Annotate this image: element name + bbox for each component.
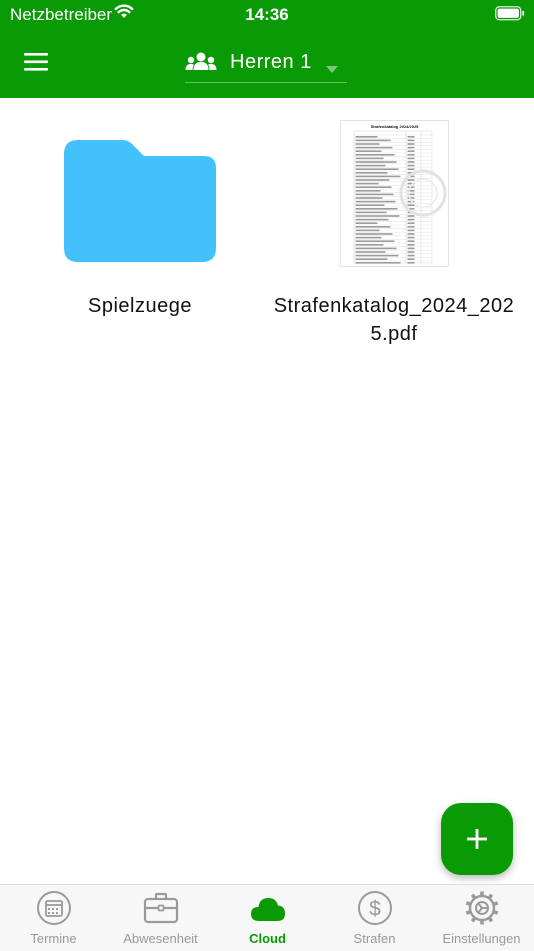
calendar-icon bbox=[37, 891, 71, 925]
add-button[interactable] bbox=[441, 803, 513, 875]
tab-einstellungen[interactable]: Einstellungen bbox=[428, 885, 534, 951]
file-item-folder[interactable]: Spielzuege bbox=[40, 120, 240, 320]
folder-icon bbox=[64, 140, 216, 267]
tab-abwesenheit-label: Abwesenheit bbox=[123, 931, 198, 946]
pdf-file-name: Strafenkatalog_2024_202 5.pdf bbox=[273, 295, 515, 345]
team-name-label: Herren 1 bbox=[230, 51, 312, 73]
hamburger-menu-icon bbox=[24, 53, 48, 71]
menu-button[interactable] bbox=[24, 52, 48, 72]
pdf-thumbnail: Strafenkatalog 2024/2025 bbox=[340, 120, 449, 267]
tab-cloud-label: Cloud bbox=[249, 931, 286, 946]
briefcase-icon bbox=[143, 892, 179, 924]
dollar-icon: $ bbox=[358, 891, 392, 925]
svg-text:$: $ bbox=[369, 898, 381, 921]
tab-strafen-label: Strafen bbox=[353, 931, 396, 946]
battery-icon bbox=[495, 6, 525, 26]
gear-icon bbox=[465, 891, 499, 925]
status-bar: Netzbetreiber 14:36 bbox=[0, 0, 534, 30]
tab-termine[interactable]: Termine bbox=[0, 885, 107, 951]
pdf-preview-title: Strafenkatalog 2024/2025 bbox=[371, 124, 420, 129]
app-header: Netzbetreiber 14:36 Herren 1 bbox=[0, 0, 534, 98]
tab-bar: Termine Abwesenheit Cloud $ Strafen Eins… bbox=[0, 884, 534, 951]
chevron-down-icon bbox=[326, 60, 338, 78]
folder-name: Spielzuege bbox=[88, 295, 192, 317]
file-item-pdf[interactable]: Strafenkatalog 2024/2025 Strafenkatalog_… bbox=[268, 120, 520, 350]
tab-einstellungen-label: Einstellungen bbox=[442, 931, 521, 946]
plus-icon bbox=[467, 829, 487, 849]
team-selector[interactable]: Herren 1 bbox=[185, 44, 347, 83]
tab-cloud[interactable]: Cloud bbox=[214, 885, 321, 951]
tab-termine-label: Termine bbox=[30, 931, 77, 946]
status-time: 14:36 bbox=[245, 5, 289, 24]
team-group-icon bbox=[185, 52, 217, 77]
cloud-icon bbox=[251, 898, 285, 921]
tab-strafen[interactable]: $ Strafen bbox=[321, 885, 428, 951]
tab-abwesenheit[interactable]: Abwesenheit bbox=[107, 885, 214, 951]
